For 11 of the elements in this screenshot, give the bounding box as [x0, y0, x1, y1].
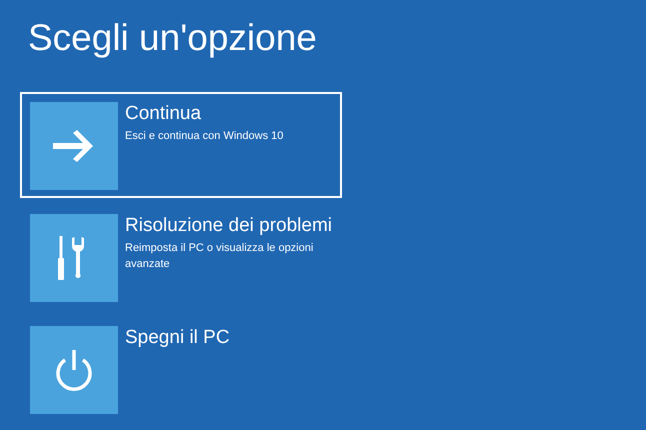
power-icon — [54, 348, 94, 392]
option-button[interactable]: Spegni il PC — [20, 316, 342, 422]
option-button[interactable]: Risoluzione dei problemi Reimposta il PC o visualizza le opzioni avanzate — [20, 204, 342, 310]
option-description: Esci e continua con Windows 10 — [125, 129, 284, 144]
option-description: Reimposta il PC o visualizza le opzioni avanzate — [125, 241, 314, 272]
arrow-right-icon — [53, 130, 95, 162]
option-title: Spegni il PC — [125, 326, 231, 350]
option-title: Risoluzione dei problemi — [125, 214, 332, 238]
page-title: Scegli un'opzione — [27, 16, 318, 60]
option-title: Continua — [125, 102, 202, 126]
option-button[interactable]: Continua Esci e continua con Windows 10 — [20, 92, 342, 198]
